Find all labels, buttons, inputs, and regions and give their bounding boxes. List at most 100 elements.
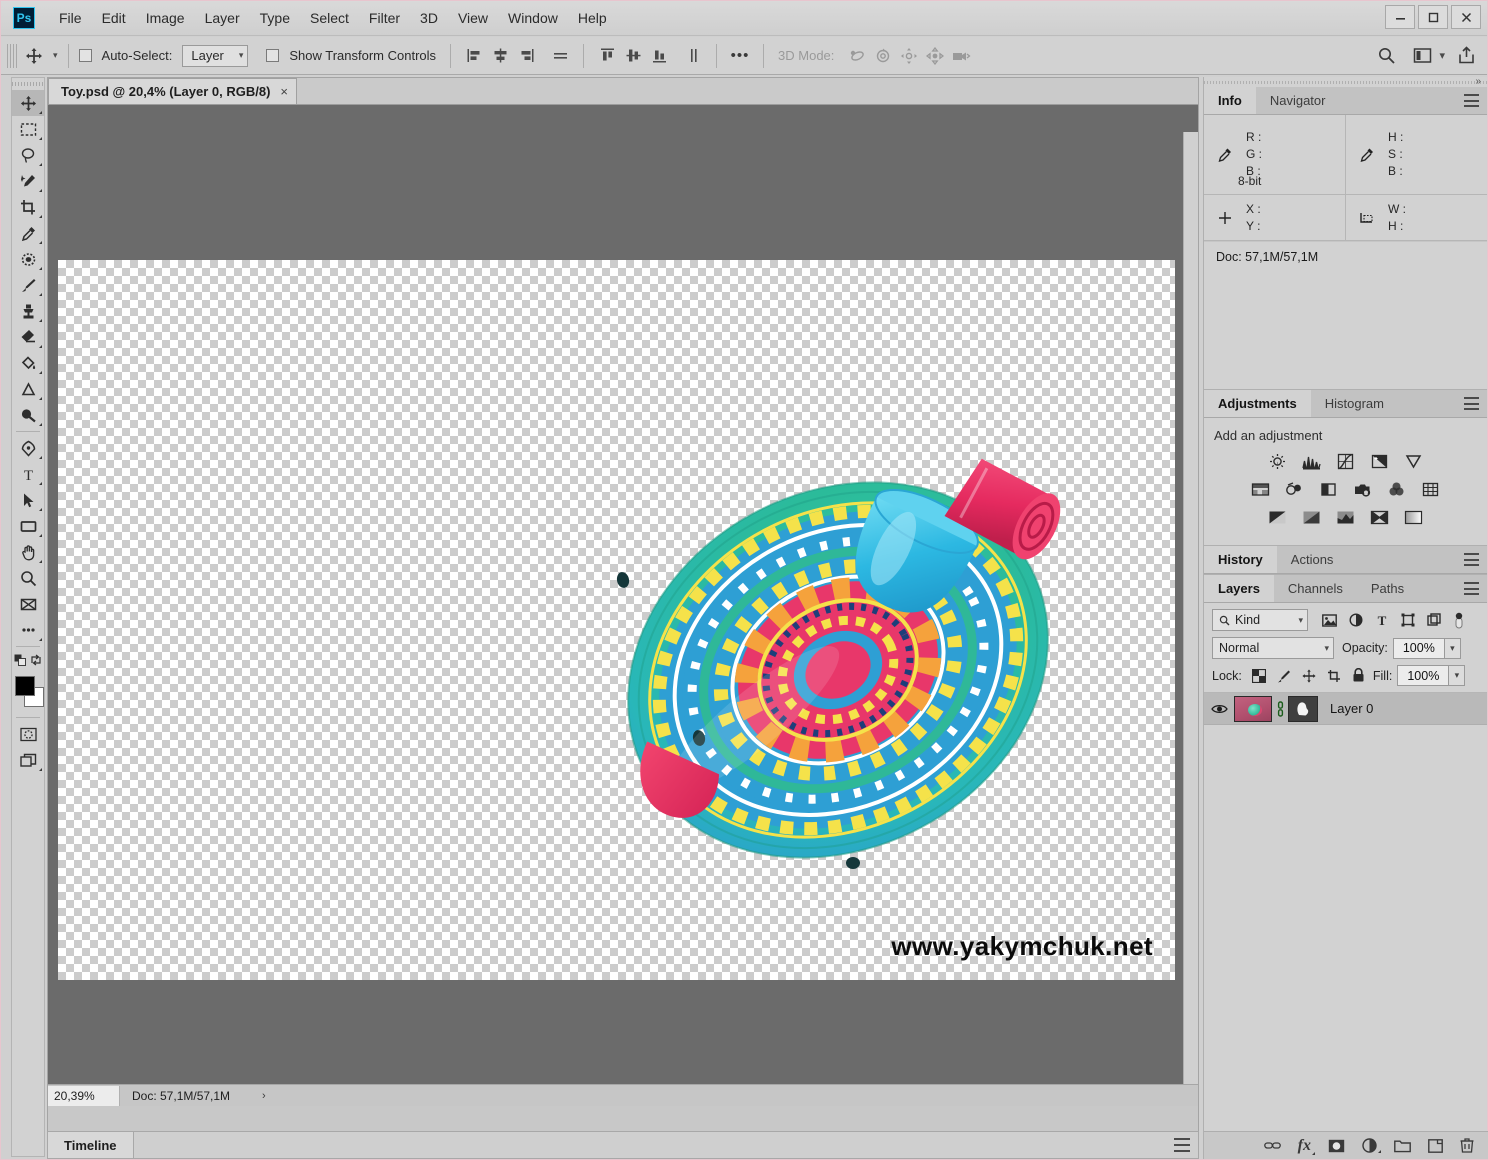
channel-mixer-icon[interactable] — [1386, 479, 1408, 499]
screen-mode-tool[interactable] — [12, 747, 44, 773]
lock-transparent-pixels-icon[interactable] — [1251, 668, 1266, 683]
share-icon[interactable] — [1453, 43, 1479, 69]
move-tool[interactable] — [12, 90, 44, 116]
selective-color-icon[interactable] — [1369, 507, 1391, 527]
layer-style-icon[interactable]: fx — [1298, 1137, 1315, 1155]
canvas-vertical-scrollbar[interactable] — [1183, 132, 1198, 1084]
rectangle-tool[interactable] — [12, 513, 44, 539]
distribute-horizontally-icon[interactable] — [547, 43, 573, 69]
align-bottom-edges-icon[interactable] — [646, 43, 672, 69]
layer-mask-thumbnail[interactable] — [1288, 695, 1318, 722]
tab-layers[interactable]: Layers — [1204, 575, 1274, 602]
delete-layer-icon[interactable] — [1460, 1138, 1474, 1153]
threshold-icon[interactable] — [1335, 507, 1357, 527]
fill-field[interactable]: 100% — [1397, 665, 1450, 686]
minimize-button[interactable] — [1385, 5, 1415, 29]
frame-tool[interactable] — [12, 591, 44, 617]
new-fill-adjustment-icon[interactable] — [1362, 1138, 1381, 1153]
filter-pixel-icon[interactable] — [1322, 613, 1337, 627]
edit-toolbar-tool[interactable] — [12, 617, 44, 643]
filter-toggle-icon[interactable] — [1453, 612, 1465, 629]
filter-shape-icon[interactable] — [1401, 613, 1415, 627]
blur-tool[interactable] — [12, 402, 44, 428]
swap-colors-icon[interactable] — [30, 654, 42, 666]
pen-tool[interactable] — [12, 435, 44, 461]
tab-actions[interactable]: Actions — [1276, 546, 1348, 573]
layer-thumbnail[interactable] — [1234, 695, 1272, 722]
horizontal-type-tool[interactable]: T — [12, 461, 44, 487]
menu-view[interactable]: View — [448, 6, 498, 30]
search-icon[interactable] — [1373, 43, 1399, 69]
menu-window[interactable]: Window — [498, 6, 568, 30]
menu-layer[interactable]: Layer — [195, 6, 250, 30]
tab-channels[interactable]: Channels — [1273, 575, 1357, 602]
align-top-edges-icon[interactable] — [594, 43, 620, 69]
black-white-icon[interactable] — [1318, 479, 1340, 499]
new-layer-icon[interactable] — [1428, 1138, 1443, 1153]
menu-select[interactable]: Select — [300, 6, 359, 30]
adjustments-panel-menu-icon[interactable] — [1464, 397, 1479, 410]
lock-image-pixels-icon[interactable] — [1277, 669, 1291, 683]
close-icon[interactable]: × — [280, 84, 288, 99]
options-bar-grip[interactable] — [7, 43, 17, 68]
filter-type-icon[interactable]: T — [1375, 613, 1389, 627]
tab-timeline[interactable]: Timeline — [48, 1132, 134, 1158]
align-horizontal-centers-icon[interactable] — [487, 43, 513, 69]
align-left-edges-icon[interactable] — [461, 43, 487, 69]
vibrance-icon[interactable] — [1403, 451, 1425, 471]
link-layers-icon[interactable] — [1263, 1140, 1281, 1151]
document-tab[interactable]: Toy.psd @ 20,4% (Layer 0, RGB/8) × — [48, 78, 298, 104]
hue-saturation-icon[interactable] — [1250, 479, 1272, 499]
tab-paths[interactable]: Paths — [1356, 575, 1419, 602]
workspace-icon[interactable] — [1409, 43, 1435, 69]
filter-adjustment-icon[interactable] — [1349, 613, 1363, 627]
levels-icon[interactable] — [1301, 451, 1323, 471]
tab-info[interactable]: Info — [1204, 87, 1256, 114]
close-button[interactable] — [1451, 5, 1481, 29]
collapse-dock-icon[interactable]: » — [1475, 76, 1481, 87]
curves-icon[interactable] — [1335, 451, 1357, 471]
dock-grip[interactable]: » — [1204, 76, 1487, 87]
color-balance-icon[interactable] — [1284, 479, 1306, 499]
zoom-tool[interactable] — [12, 565, 44, 591]
status-expand-chevron-icon[interactable]: › — [262, 1090, 266, 1102]
posterize-icon[interactable] — [1301, 507, 1323, 527]
image-canvas[interactable]: www.yakymchuk.net — [58, 260, 1175, 980]
align-right-edges-icon[interactable] — [513, 43, 539, 69]
dodge-tool[interactable] — [12, 376, 44, 402]
paint-bucket-tool[interactable] — [12, 350, 44, 376]
chevron-down-icon[interactable]: ▾ — [1439, 49, 1445, 62]
spot-healing-brush-tool[interactable] — [12, 246, 44, 272]
menu-image[interactable]: Image — [136, 6, 195, 30]
maximize-button[interactable] — [1418, 5, 1448, 29]
photo-filter-icon[interactable] — [1352, 479, 1374, 499]
menu-filter[interactable]: Filter — [359, 6, 410, 30]
lock-all-icon[interactable] — [1352, 668, 1365, 683]
tool-preset-chevron-icon[interactable]: ▾ — [53, 50, 58, 61]
menu-edit[interactable]: Edit — [92, 6, 136, 30]
menu-file[interactable]: File — [49, 6, 92, 30]
hand-tool[interactable] — [12, 539, 44, 565]
eye-icon[interactable] — [1204, 703, 1234, 715]
blend-mode-select[interactable]: Normal ▾ — [1212, 637, 1334, 659]
menu-3d[interactable]: 3D — [410, 6, 448, 30]
path-selection-tool[interactable] — [12, 487, 44, 513]
crop-tool[interactable] — [12, 194, 44, 220]
move-tool-icon[interactable] — [21, 43, 47, 69]
fill-stepper-chevron-icon[interactable]: ▾ — [1449, 665, 1466, 686]
foreground-color-swatch[interactable] — [15, 676, 35, 696]
default-colors-icon[interactable] — [14, 654, 27, 667]
more-options-button[interactable]: ••• — [727, 43, 753, 69]
rectangular-marquee-tool[interactable] — [12, 116, 44, 142]
auto-select-checkbox[interactable] — [78, 49, 92, 62]
color-lookup-icon[interactable] — [1420, 479, 1442, 499]
lock-artboard-icon[interactable] — [1327, 669, 1341, 683]
link-icon[interactable] — [1275, 700, 1285, 717]
opacity-field[interactable]: 100% — [1392, 637, 1445, 659]
tab-adjustments[interactable]: Adjustments — [1204, 390, 1311, 417]
exposure-icon[interactable] — [1369, 451, 1391, 471]
add-layer-mask-icon[interactable] — [1328, 1139, 1345, 1153]
distribute-vertically-icon[interactable] — [680, 43, 706, 69]
filter-smart-object-icon[interactable] — [1427, 613, 1441, 627]
tab-navigator[interactable]: Navigator — [1255, 87, 1340, 114]
